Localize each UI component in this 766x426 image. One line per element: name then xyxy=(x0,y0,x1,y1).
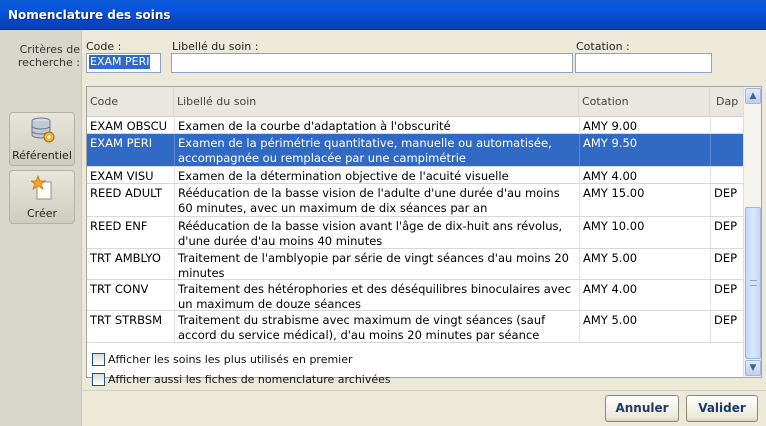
header-cotation[interactable]: Cotation xyxy=(579,87,710,117)
title-bar[interactable]: Nomenclature des soins xyxy=(0,0,766,30)
libelle-label: Libellé du soin : xyxy=(172,40,259,53)
cotation-input[interactable] xyxy=(575,53,712,73)
row-code: TRT STRBSM xyxy=(90,313,163,327)
database-gear-icon xyxy=(31,117,55,143)
referentiel-label: Référentiel xyxy=(12,149,72,162)
row-cotation: AMY 9.00 xyxy=(579,117,710,133)
window-title: Nomenclature des soins xyxy=(8,8,171,22)
row-code: EXAM VISU xyxy=(90,169,154,183)
row-libelle: Examen de la détermination objective de … xyxy=(174,167,579,183)
table-row[interactable]: REED ENF Rééducation de la basse vision … xyxy=(87,217,743,249)
soins-table: Code Libellé du soin Cotation Dap EXAM O… xyxy=(86,86,762,378)
row-code: REED ADULT xyxy=(90,186,163,200)
most-used-first-label: Afficher les soins les plus utilisés en … xyxy=(108,353,353,366)
row-libelle: Examen de la périmétrie quantitative, ma… xyxy=(174,134,579,166)
show-archived-checkbox[interactable] xyxy=(92,373,105,386)
header-code[interactable]: Code xyxy=(87,87,174,117)
table-row[interactable]: TRT CONV Traitement des hétérophories et… xyxy=(87,280,743,311)
header-dap[interactable]: Dap xyxy=(710,87,743,117)
row-code: EXAM OBSCU xyxy=(90,119,168,133)
row-cotation: AMY 15.00 xyxy=(579,184,710,216)
row-dap xyxy=(710,167,743,183)
row-cotation: AMY 4.00 xyxy=(579,280,710,310)
criteria-label: Critères de recherche : xyxy=(17,43,80,69)
creer-button[interactable]: Créer xyxy=(9,170,75,224)
main-panel: Code : Libellé du soin : Cotation : EXAM… xyxy=(82,30,766,426)
table-header: Code Libellé du soin Cotation Dap xyxy=(87,87,743,117)
scroll-thumb[interactable] xyxy=(745,207,761,359)
cotation-label: Cotation : xyxy=(576,40,630,53)
scroll-up-icon[interactable]: ▲ xyxy=(745,88,761,104)
code-input-value: EXAM PERI xyxy=(89,55,151,69)
table-scrollbar[interactable]: ▲ ▼ xyxy=(743,87,761,377)
row-dap: DEP xyxy=(710,217,743,248)
row-dap xyxy=(710,117,743,133)
row-code: TRT AMBLYO xyxy=(90,251,161,265)
table-row[interactable]: TRT AMBLYO Traitement de l'amblyopie par… xyxy=(87,249,743,280)
row-cotation: AMY 4.00 xyxy=(579,167,710,183)
show-archived-label: Afficher aussi les fiches de nomenclatur… xyxy=(108,373,391,386)
row-libelle: Traitement de l'amblyopie par série de v… xyxy=(174,249,579,279)
row-dap: DEP xyxy=(710,280,743,310)
creer-label: Créer xyxy=(26,207,58,220)
row-dap: DEP xyxy=(710,249,743,279)
row-code: REED ENF xyxy=(90,219,148,233)
header-libelle[interactable]: Libellé du soin xyxy=(174,87,579,117)
sidebar: Critères de recherche : Référentiel Crée… xyxy=(0,30,82,426)
row-libelle: Rééducation de la basse vision avant l'â… xyxy=(174,217,579,248)
row-cotation: AMY 5.00 xyxy=(579,249,710,279)
cancel-button[interactable]: Annuler xyxy=(605,395,679,422)
window-body: Critères de recherche : Référentiel Crée… xyxy=(0,30,766,426)
libelle-input[interactable] xyxy=(171,53,573,73)
most-used-first-checkbox[interactable] xyxy=(92,353,105,366)
row-cotation: AMY 5.00 xyxy=(579,311,710,342)
row-dap: DEP xyxy=(710,311,743,342)
table-row[interactable]: EXAM OBSCU Examen de la courbe d'adaptat… xyxy=(87,117,743,134)
row-dap xyxy=(710,134,743,166)
row-libelle: Traitement des hétérophories et des désé… xyxy=(174,280,579,310)
row-code: TRT CONV xyxy=(90,282,149,296)
row-libelle: Examen de la courbe d'adaptation à l'obs… xyxy=(174,117,579,133)
row-dap: DEP xyxy=(710,184,743,216)
table-row-selected[interactable]: EXAM PERI Examen de la périmétrie quanti… xyxy=(87,134,743,167)
new-star-icon xyxy=(29,175,55,201)
row-libelle: Rééducation de la basse vision de l'adul… xyxy=(174,184,579,216)
table-row[interactable]: EXAM VISU Examen de la détermination obj… xyxy=(87,167,743,184)
code-label: Code : xyxy=(86,40,122,53)
footer-divider xyxy=(82,390,766,391)
row-code: EXAM PERI xyxy=(90,136,153,150)
table-row[interactable]: REED ADULT Rééducation de la basse visio… xyxy=(87,184,743,217)
referentiel-button[interactable]: Référentiel xyxy=(9,112,75,166)
row-cotation: AMY 9.50 xyxy=(579,134,710,166)
validate-button[interactable]: Valider xyxy=(686,395,758,422)
row-cotation: AMY 10.00 xyxy=(579,217,710,248)
code-input[interactable]: EXAM PERI xyxy=(86,53,161,73)
row-libelle: Traitement du strabisme avec maximum de … xyxy=(174,311,579,342)
table-row[interactable]: TRT STRBSM Traitement du strabisme avec … xyxy=(87,311,743,343)
scroll-down-icon[interactable]: ▼ xyxy=(745,360,761,376)
